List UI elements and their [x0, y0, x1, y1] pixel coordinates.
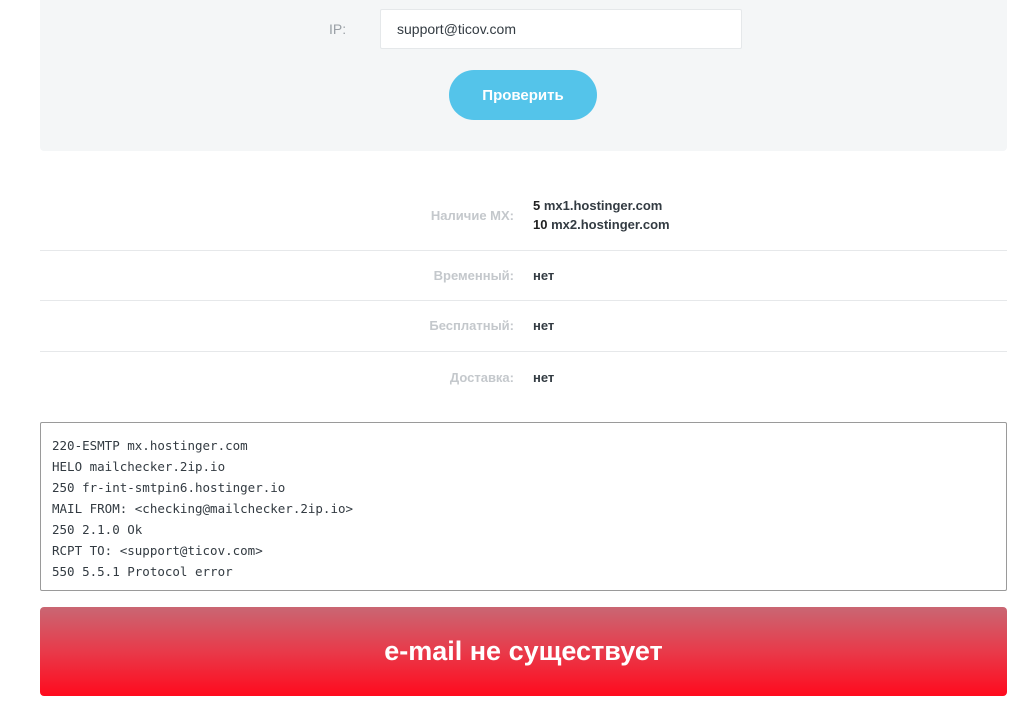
temporary-row: Временный: нет [40, 251, 1007, 301]
log-line: RCPT TO: <support@ticov.com> [52, 543, 263, 558]
log-line: 550 5.5.1 Protocol error [52, 564, 233, 579]
mx-records: 5 mx1.hostinger.com 10 mx2.hostinger.com [533, 196, 670, 234]
free-value: нет [533, 318, 555, 333]
delivery-row: Доставка: нет [40, 352, 1007, 402]
mx-record: 10 mx2.hostinger.com [533, 215, 670, 234]
temporary-label: Временный: [433, 268, 514, 283]
ip-input[interactable] [380, 9, 742, 49]
log-line: 220-ESMTP mx.hostinger.com [52, 438, 248, 453]
mx-row: Наличие MX: 5 mx1.hostinger.com 10 mx2.h… [40, 180, 1007, 251]
check-form: IP: Проверить [40, 0, 1007, 151]
results-table: Наличие MX: 5 mx1.hostinger.com 10 mx2.h… [40, 180, 1007, 402]
mx-host: mx2.hostinger.com [551, 217, 670, 232]
smtp-log: 220-ESMTP mx.hostinger.com HELO mailchec… [40, 422, 1007, 591]
temporary-value: нет [533, 268, 555, 283]
log-line: 250 2.1.0 Ok [52, 522, 143, 537]
delivery-value: нет [533, 370, 555, 385]
log-line: 250 fr-int-smtpin6.hostinger.io [52, 480, 286, 495]
mx-label: Наличие MX: [430, 208, 514, 223]
free-row: Бесплатный: нет [40, 301, 1007, 352]
mx-record: 5 mx1.hostinger.com [533, 196, 670, 215]
delivery-label: Доставка: [449, 370, 514, 385]
log-line: HELO mailchecker.2ip.io [52, 459, 226, 474]
ip-label: IP: [329, 21, 347, 37]
check-button[interactable]: Проверить [449, 70, 597, 120]
mx-priority: 10 [533, 217, 548, 232]
free-label: Бесплатный: [429, 318, 514, 333]
log-line: MAIL FROM: <checking@mailchecker.2ip.io> [52, 501, 354, 516]
mx-host: mx1.hostinger.com [543, 198, 663, 213]
mx-priority: 5 [533, 198, 541, 213]
result-banner: e-mail не существует [40, 607, 1007, 696]
page: IP: Проверить Наличие MX: 5 mx1.hostinge… [0, 0, 1034, 728]
